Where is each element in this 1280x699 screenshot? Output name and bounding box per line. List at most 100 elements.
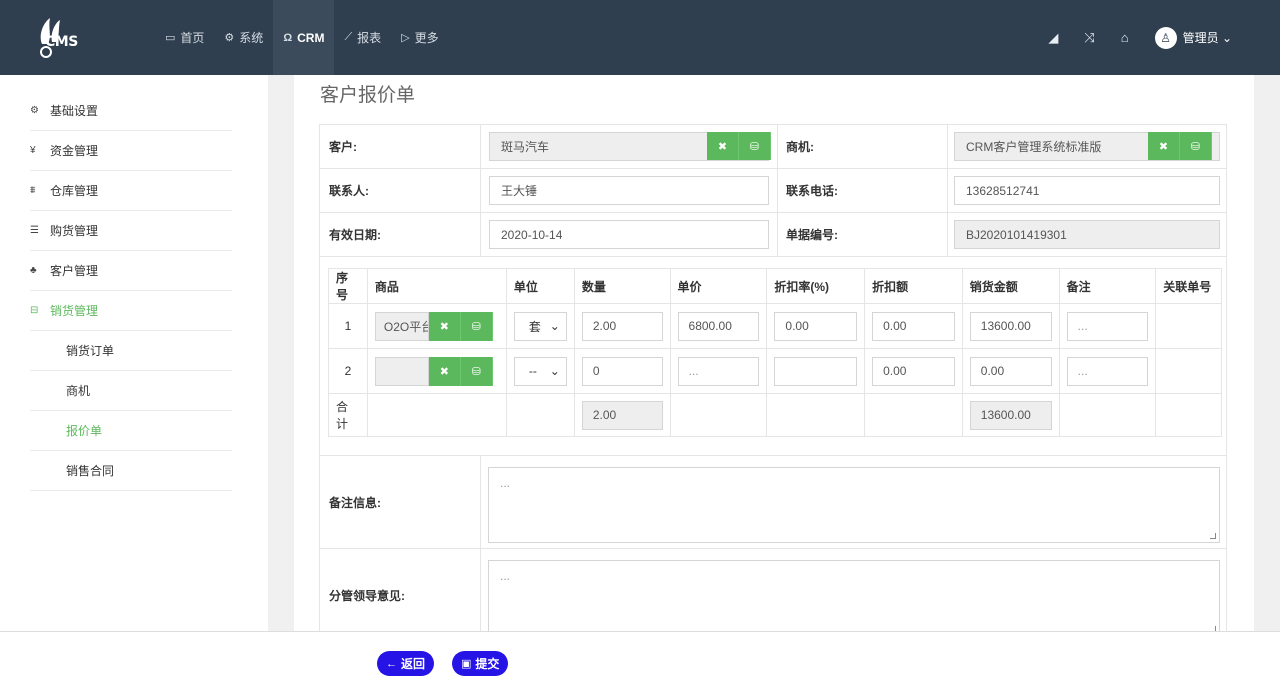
nav-label: 报表 — [357, 31, 382, 45]
sidebar-subitem-quotation[interactable]: 报价单 — [30, 411, 232, 451]
product-field[interactable] — [374, 356, 429, 386]
chevron-down-icon: ⌄ — [549, 364, 560, 378]
logo-text: CMS — [45, 34, 78, 50]
sitemap-icon: ⩩ — [30, 185, 36, 196]
price-input[interactable]: ... — [677, 356, 760, 386]
admin-menu[interactable]: 管理员 ⌄ — [1183, 29, 1232, 46]
footer-bar: ← 返回 ▣ 提交 — [0, 631, 1280, 699]
remarks-placeholder: ... — [500, 476, 511, 490]
opportunity-label: 商机: — [778, 125, 948, 168]
column-header: 序号 — [328, 268, 368, 304]
clear-product-button[interactable]: ✖ — [428, 356, 461, 386]
avatar[interactable]: ♙ — [1154, 26, 1177, 49]
qty-input[interactable]: 0 — [581, 356, 663, 386]
discount-amount-input[interactable]: 0.00 — [872, 356, 955, 386]
row-number: 2 — [328, 348, 368, 394]
leader-opinion-placeholder: ... — [500, 569, 511, 583]
leader-opinion-textarea[interactable]: ... — [488, 560, 1220, 631]
page-title: 客户报价单 — [320, 85, 416, 106]
cogs-icon: ⚙ — [30, 105, 39, 116]
column-header: 商品 — [366, 268, 507, 304]
shuffle-icon[interactable]: ⤨ — [1084, 30, 1094, 46]
nav-right: ◢ ⤨ ⌂ ♙ 管理员 ⌄ — [1022, 0, 1232, 75]
select-product-button[interactable]: ⛁ — [460, 311, 493, 341]
unit-value: -- — [528, 364, 537, 378]
doc-no-field: BJ2020101419301 — [954, 220, 1220, 249]
nav-item-crm[interactable]: Ω CRM — [273, 0, 335, 75]
select-opportunity-button[interactable]: ⛁ — [1180, 132, 1212, 160]
user-icon: Ω — [283, 31, 293, 44]
note-input[interactable]: ... — [1066, 311, 1149, 341]
amount-input[interactable]: 13600.00 — [969, 311, 1052, 341]
sidebar-item-purchase[interactable]: ☰ 购货管理 — [30, 211, 232, 251]
sidebar-item-label: 仓库管理 — [50, 184, 99, 198]
select-customer-button[interactable]: ⛁ — [739, 132, 771, 160]
valid-date-field[interactable]: 2020-10-14 — [489, 220, 769, 249]
sidebar-subitem-label: 销货订单 — [66, 344, 115, 358]
discount-amount-input[interactable]: 0.00 — [872, 311, 955, 341]
discount-rate-input[interactable] — [774, 356, 858, 386]
valid-date-label: 有效日期: — [320, 213, 481, 256]
home-icon[interactable]: ⌂ — [1121, 30, 1129, 45]
eraser-icon[interactable]: ◢ — [1048, 30, 1058, 46]
phone-label: 联系电话: — [778, 169, 948, 212]
submit-button[interactable]: ▣ 提交 — [452, 651, 509, 676]
nav-item-reports[interactable]: ⟋ 报表 — [334, 0, 391, 75]
main-nav: ▭ 首页 ⚙ 系统 Ω CRM ⟋ 报表 ▷ 更多 — [155, 0, 449, 75]
sidebar-item-sales[interactable]: ⊟ 销货管理 — [30, 291, 232, 331]
clear-opportunity-button[interactable]: ✖ — [1148, 132, 1180, 160]
nav-label: 首页 — [180, 31, 205, 45]
tag-icon: ▷ — [401, 32, 410, 44]
form-row: 有效日期: 2020-10-14 单据编号: BJ2020101419301 — [320, 213, 1226, 257]
resize-grip-icon[interactable] — [1210, 533, 1216, 539]
sidebar-subitem-sales-order[interactable]: 销货订单 — [30, 331, 232, 371]
remarks-textarea[interactable]: ... — [488, 467, 1220, 543]
form-row: 客户: 斑马汽车 ✖ ⛁ 商机: CRM客户管理系统标准版 ✖ ⛁ — [320, 125, 1226, 169]
save-icon: ▣ — [461, 658, 472, 670]
phone-field[interactable]: 13628512741 — [954, 176, 1220, 205]
product-field[interactable]: O2O平台 — [374, 311, 429, 341]
total-amount: 13600.00 — [969, 400, 1052, 430]
sidebar-item-warehouse[interactable]: ⩩ 仓库管理 — [30, 171, 232, 211]
users-icon: ♣ — [30, 265, 37, 276]
back-button[interactable]: ← 返回 — [377, 651, 435, 676]
nav-item-system[interactable]: ⚙ 系统 — [214, 0, 273, 75]
amount-input[interactable]: 0.00 — [969, 356, 1052, 386]
top-navbar: CMS ▭ 首页 ⚙ 系统 Ω CRM ⟋ 报表 ▷ 更多 ◢ ⤨ ⌂ ♙ 管理员 ⌄ — [0, 0, 1280, 75]
clear-product-button[interactable]: ✖ — [428, 311, 461, 341]
page-scrollbar[interactable] — [1254, 75, 1280, 631]
back-label: 返回 — [401, 657, 426, 671]
contact-field[interactable]: 王大锤 — [489, 176, 769, 205]
select-product-button[interactable]: ⛁ — [460, 356, 493, 386]
items-section: 序号 商品 单位 数量 单价 折扣率(%) 折扣额 销货金额 备注 关联单号 1… — [320, 257, 1226, 456]
table-row: 2 ✖ ⛁ -- ⌄ 0 ... 0.00 0.00 ... — [328, 348, 1222, 394]
remarks-label: 备注信息: — [320, 456, 481, 548]
sidebar-item-label: 资金管理 — [50, 144, 99, 158]
leader-opinion-row: 分管领导意见: ... — [320, 549, 1226, 631]
nav-item-home[interactable]: ▭ 首页 — [155, 0, 214, 75]
sidebar: ⚙ 基础设置 ¥ 资金管理 ⩩ 仓库管理 ☰ 购货管理 ♣ 客户管理 ⊟ 销货管理 销货订单… — [0, 75, 268, 631]
sidebar-item-funds[interactable]: ¥ 资金管理 — [30, 131, 232, 171]
qty-input[interactable]: 2.00 — [581, 311, 663, 341]
clear-customer-button[interactable]: ✖ — [707, 132, 739, 160]
note-input[interactable]: ... — [1066, 356, 1149, 386]
price-input[interactable]: 6800.00 — [677, 311, 760, 341]
sidebar-subitem-sales-contract[interactable]: 销售合同 — [30, 451, 232, 491]
yen-icon: ¥ — [30, 145, 36, 156]
database-icon: ☰ — [30, 225, 39, 236]
sidebar-item-label: 购货管理 — [50, 224, 99, 238]
discount-rate-input[interactable]: 0.00 — [774, 311, 858, 341]
total-qty: 2.00 — [581, 400, 663, 430]
unit-select[interactable]: -- ⌄ — [513, 356, 567, 386]
contact-label: 联系人: — [320, 169, 481, 212]
leader-opinion-label: 分管领导意见: — [320, 549, 481, 631]
unit-select[interactable]: 套 ⌄ — [513, 311, 567, 341]
sidebar-subitem-opportunity[interactable]: 商机 — [30, 371, 232, 411]
car-icon: ⊟ — [30, 305, 39, 316]
admin-label: 管理员 — [1182, 31, 1219, 45]
nav-item-more[interactable]: ▷ 更多 — [391, 0, 448, 75]
main-content: 客户报价单 客户: 斑马汽车 ✖ ⛁ 商机: CRM客户管理系统标准版 ✖ ⛁ … — [294, 75, 1254, 631]
sidebar-item-basic-settings[interactable]: ⚙ 基础设置 — [30, 91, 232, 131]
related-no-cell — [1155, 303, 1222, 349]
sidebar-item-customers[interactable]: ♣ 客户管理 — [30, 251, 232, 291]
